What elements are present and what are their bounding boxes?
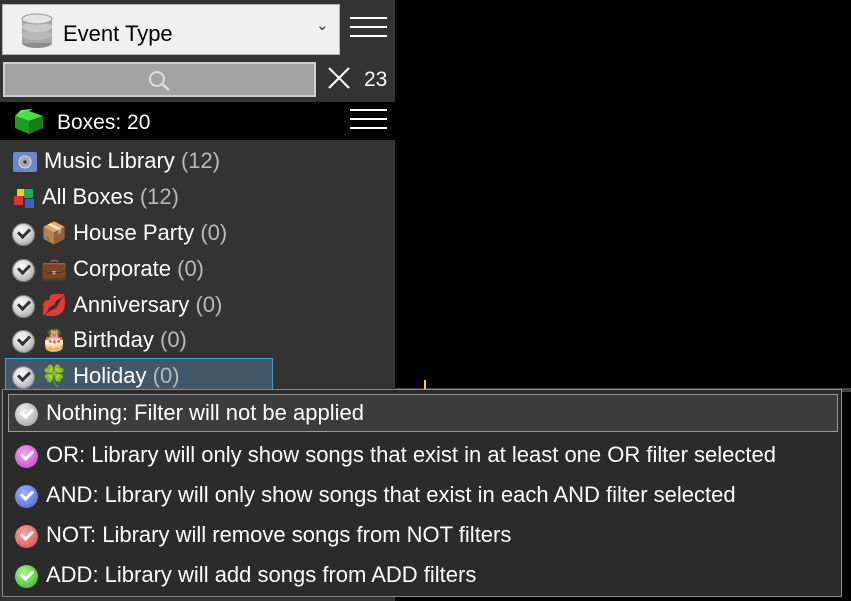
tree-item-label: Music Library <box>44 148 175 173</box>
tree-item-label: All Boxes <box>42 184 134 209</box>
green-check-icon <box>15 564 38 588</box>
check-icon[interactable] <box>12 294 35 318</box>
red-check-icon <box>15 524 38 548</box>
tree-item-count: (0) <box>195 292 223 317</box>
tree-item-birthday[interactable]: 🎂 Birthday (0) <box>12 323 187 357</box>
database-icon <box>21 13 53 48</box>
green-box-icon <box>15 109 43 134</box>
tree-item-holiday[interactable]: 🍀 Holiday (0) <box>12 359 180 393</box>
menu-item-label: OR: Library will only show songs that ex… <box>46 442 776 467</box>
tree-item-label: Corporate <box>73 256 171 281</box>
blue-check-icon <box>15 484 38 508</box>
tree-item-count: (12) <box>180 148 221 173</box>
boxes-header: Boxes: 20 <box>0 102 395 140</box>
tree-item-label: House Party <box>73 220 195 245</box>
menu-item-label: Nothing: Filter will not be applied <box>46 400 364 425</box>
event-type-dropdown[interactable]: Event Type ⌄ <box>2 4 340 55</box>
boxes-title: Boxes: 20 <box>57 111 151 134</box>
menu-item-and[interactable]: AND: Library will only show songs that e… <box>15 477 736 513</box>
open-box-icon: 📦 <box>41 222 68 246</box>
menu-item-not[interactable]: NOT: Library will remove songs from NOT … <box>15 517 511 553</box>
top-menu-icon[interactable] <box>350 17 387 39</box>
check-icon[interactable] <box>12 365 35 389</box>
gray-check-icon <box>15 402 38 426</box>
tree-item-house-party[interactable]: 📦 House Party (0) <box>12 216 227 250</box>
dropdown-selected-value: Event Type <box>63 21 173 46</box>
menu-item-label: ADD: Library will add songs from ADD fil… <box>46 562 477 587</box>
briefcase-icon: 💼 <box>41 258 68 282</box>
filter-mode-menu: Nothing: Filter will not be applied OR: … <box>2 389 842 597</box>
tree-item-all-boxes[interactable]: All Boxes (12) <box>12 180 179 214</box>
close-icon[interactable] <box>328 67 350 89</box>
music-library-icon <box>12 150 38 174</box>
check-icon[interactable] <box>12 222 35 246</box>
tree-item-label: Anniversary <box>73 292 190 317</box>
tree-item-count: (12) <box>139 184 179 209</box>
result-count: 23 <box>364 68 388 91</box>
menu-item-add[interactable]: ADD: Library will add songs from ADD fil… <box>15 557 476 593</box>
kiss-lips-icon: 💋 <box>41 294 68 318</box>
search-input[interactable] <box>3 62 316 97</box>
tree-item-anniversary[interactable]: 💋 Anniversary (0) <box>12 288 222 322</box>
tree-item-label: Birthday <box>73 327 154 352</box>
tree-item-music-library[interactable]: Music Library (12) <box>12 144 220 178</box>
tree-item-corporate[interactable]: 💼 Corporate (0) <box>12 252 204 286</box>
purple-check-icon <box>15 444 38 468</box>
birthday-cake-icon: 🎂 <box>41 329 68 353</box>
check-icon[interactable] <box>12 258 35 282</box>
menu-item-label: AND: Library will only show songs that e… <box>46 482 736 507</box>
menu-item-nothing[interactable]: Nothing: Filter will not be applied <box>8 394 838 432</box>
chevron-down-icon: ⌄ <box>316 17 329 34</box>
all-boxes-icon <box>12 186 38 210</box>
search-icon <box>149 71 170 91</box>
boxes-menu-icon[interactable] <box>350 109 387 131</box>
tree-item-count: (0) <box>200 220 228 245</box>
menu-item-label: NOT: Library will remove songs from NOT … <box>46 522 512 547</box>
tree-item-count: (0) <box>160 327 187 352</box>
tree-item-count: (0) <box>177 256 205 281</box>
tree-item-count: (0) <box>152 363 180 388</box>
menu-item-or[interactable]: OR: Library will only show songs that ex… <box>15 437 776 473</box>
check-icon[interactable] <box>12 329 35 353</box>
tree-item-label: Holiday <box>73 363 147 388</box>
